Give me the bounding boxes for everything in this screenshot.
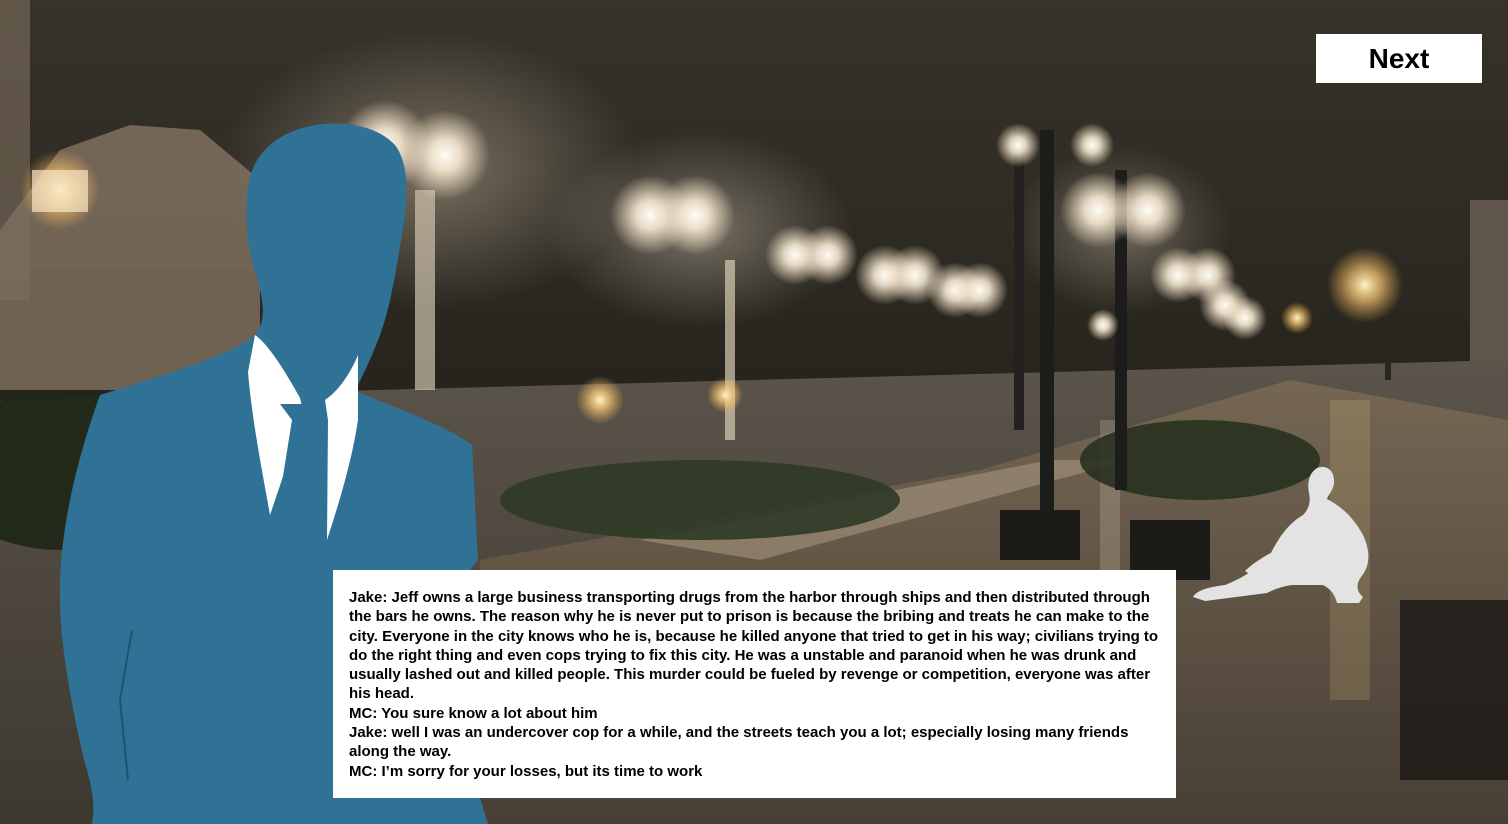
dialogue-line: MC: You sure know a lot about him <box>349 704 598 722</box>
game-scene: Next Jake: Jeff owns a large business tr… <box>0 0 1508 824</box>
dialogue-line: Jake: well I was an undercover cop for a… <box>349 724 1129 761</box>
next-button[interactable]: Next <box>1316 34 1482 83</box>
dialogue-box: Jake: Jeff owns a large business transpo… <box>333 570 1176 798</box>
sitting-figure-silhouette <box>1193 466 1369 603</box>
dialogue-line: Jake: Jeff owns a large business transpo… <box>349 589 1159 703</box>
dialogue-line: MC: I’m sorry for your losses, but its t… <box>349 762 703 780</box>
